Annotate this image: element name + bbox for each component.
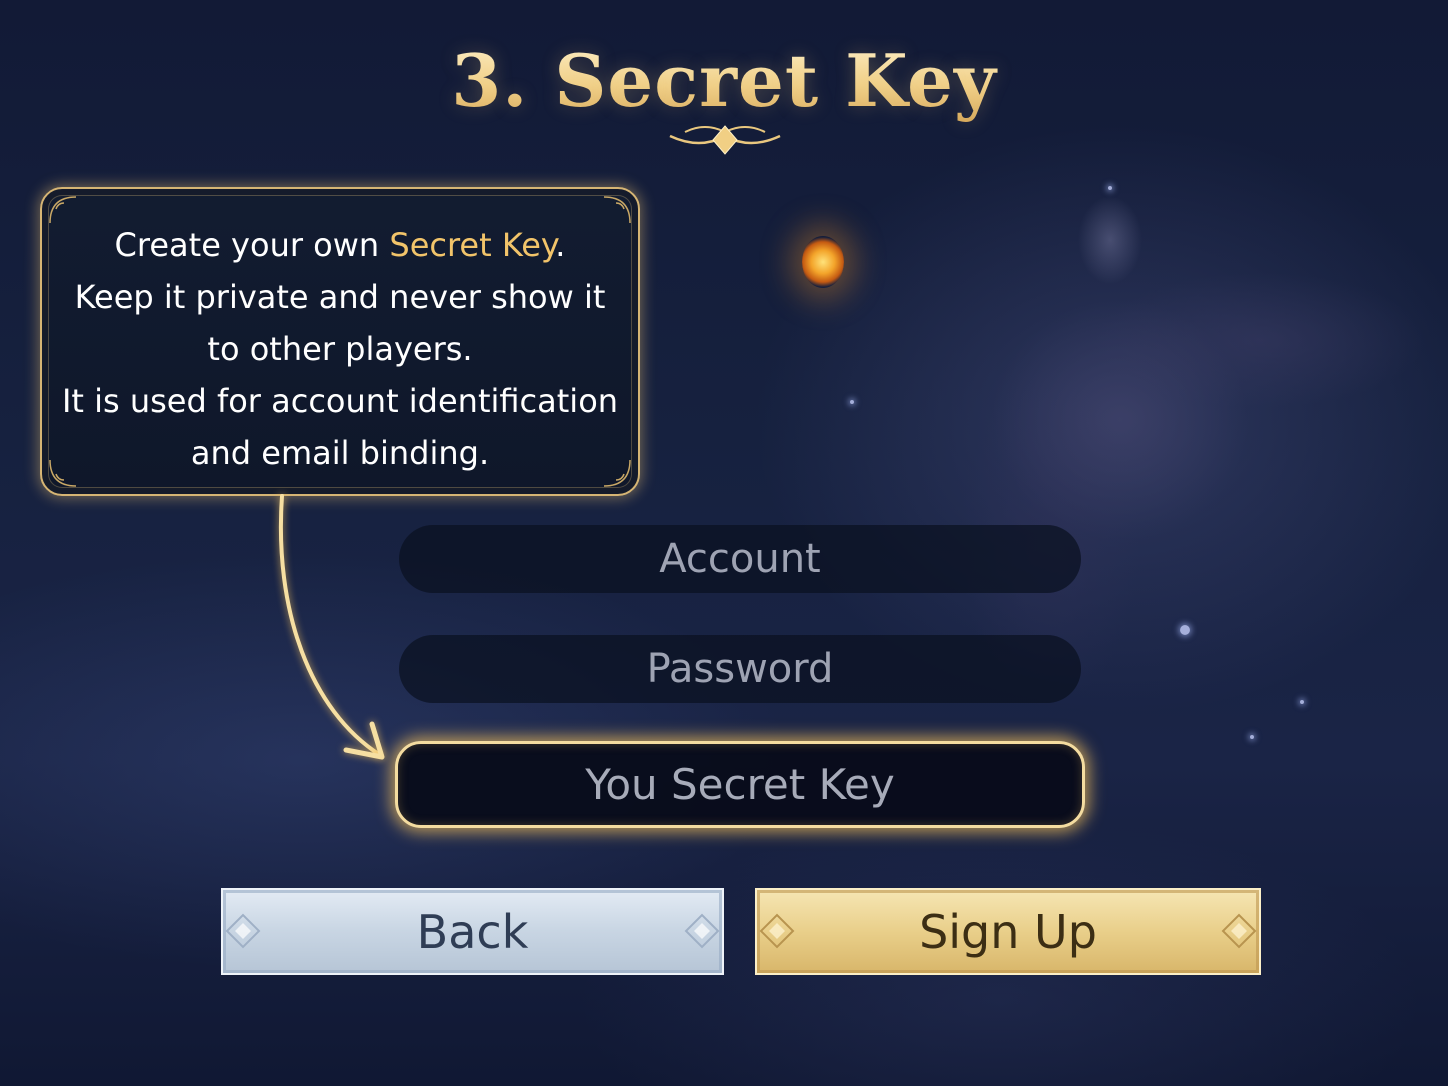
secret-key-placeholder: You Secret Key xyxy=(585,760,895,809)
sparkle xyxy=(1180,625,1190,635)
sparkle xyxy=(1108,186,1112,190)
sign-up-button[interactable]: Sign Up xyxy=(755,888,1261,975)
sparkle xyxy=(850,400,854,404)
account-placeholder: Account xyxy=(659,536,821,582)
sign-up-button-label: Sign Up xyxy=(919,904,1097,959)
info-panel: Create your own Secret Key. Keep it priv… xyxy=(40,187,640,496)
glowing-orb xyxy=(802,236,844,288)
page-title: 3. Secret Key xyxy=(0,38,1448,123)
sparkle xyxy=(1300,700,1304,704)
pointer-arrow-icon xyxy=(278,494,385,760)
info-line-1-suffix: . xyxy=(555,226,566,264)
info-line-2: Keep it private and never show it xyxy=(74,278,606,316)
button-ornament-icon xyxy=(759,913,795,949)
background-character xyxy=(930,190,1448,690)
button-ornament-icon xyxy=(684,913,720,949)
secret-key-highlight: Secret Key xyxy=(389,226,556,264)
info-line-4: It is used for account identification xyxy=(61,382,619,420)
game-screen: 3. Secret Key Create your own Secret Key… xyxy=(0,0,1448,1086)
button-ornament-icon xyxy=(1221,913,1257,949)
title-divider-ornament xyxy=(400,125,1050,155)
info-text: Create your own Secret Key. Keep it priv… xyxy=(42,219,638,479)
sparkle xyxy=(1250,735,1254,739)
info-line-1: Create your own Secret Key. xyxy=(42,219,638,271)
info-line-3: to other players. xyxy=(207,330,473,368)
secret-key-field[interactable]: You Secret Key xyxy=(395,741,1085,828)
password-field[interactable]: Password xyxy=(399,635,1081,703)
button-ornament-icon xyxy=(225,913,261,949)
back-button-label: Back xyxy=(416,904,529,959)
password-placeholder: Password xyxy=(646,646,834,692)
info-line-5: and email binding. xyxy=(190,434,490,472)
back-button[interactable]: Back xyxy=(221,888,724,975)
account-field[interactable]: Account xyxy=(399,525,1081,593)
info-line-1-prefix: Create your own xyxy=(114,226,390,264)
